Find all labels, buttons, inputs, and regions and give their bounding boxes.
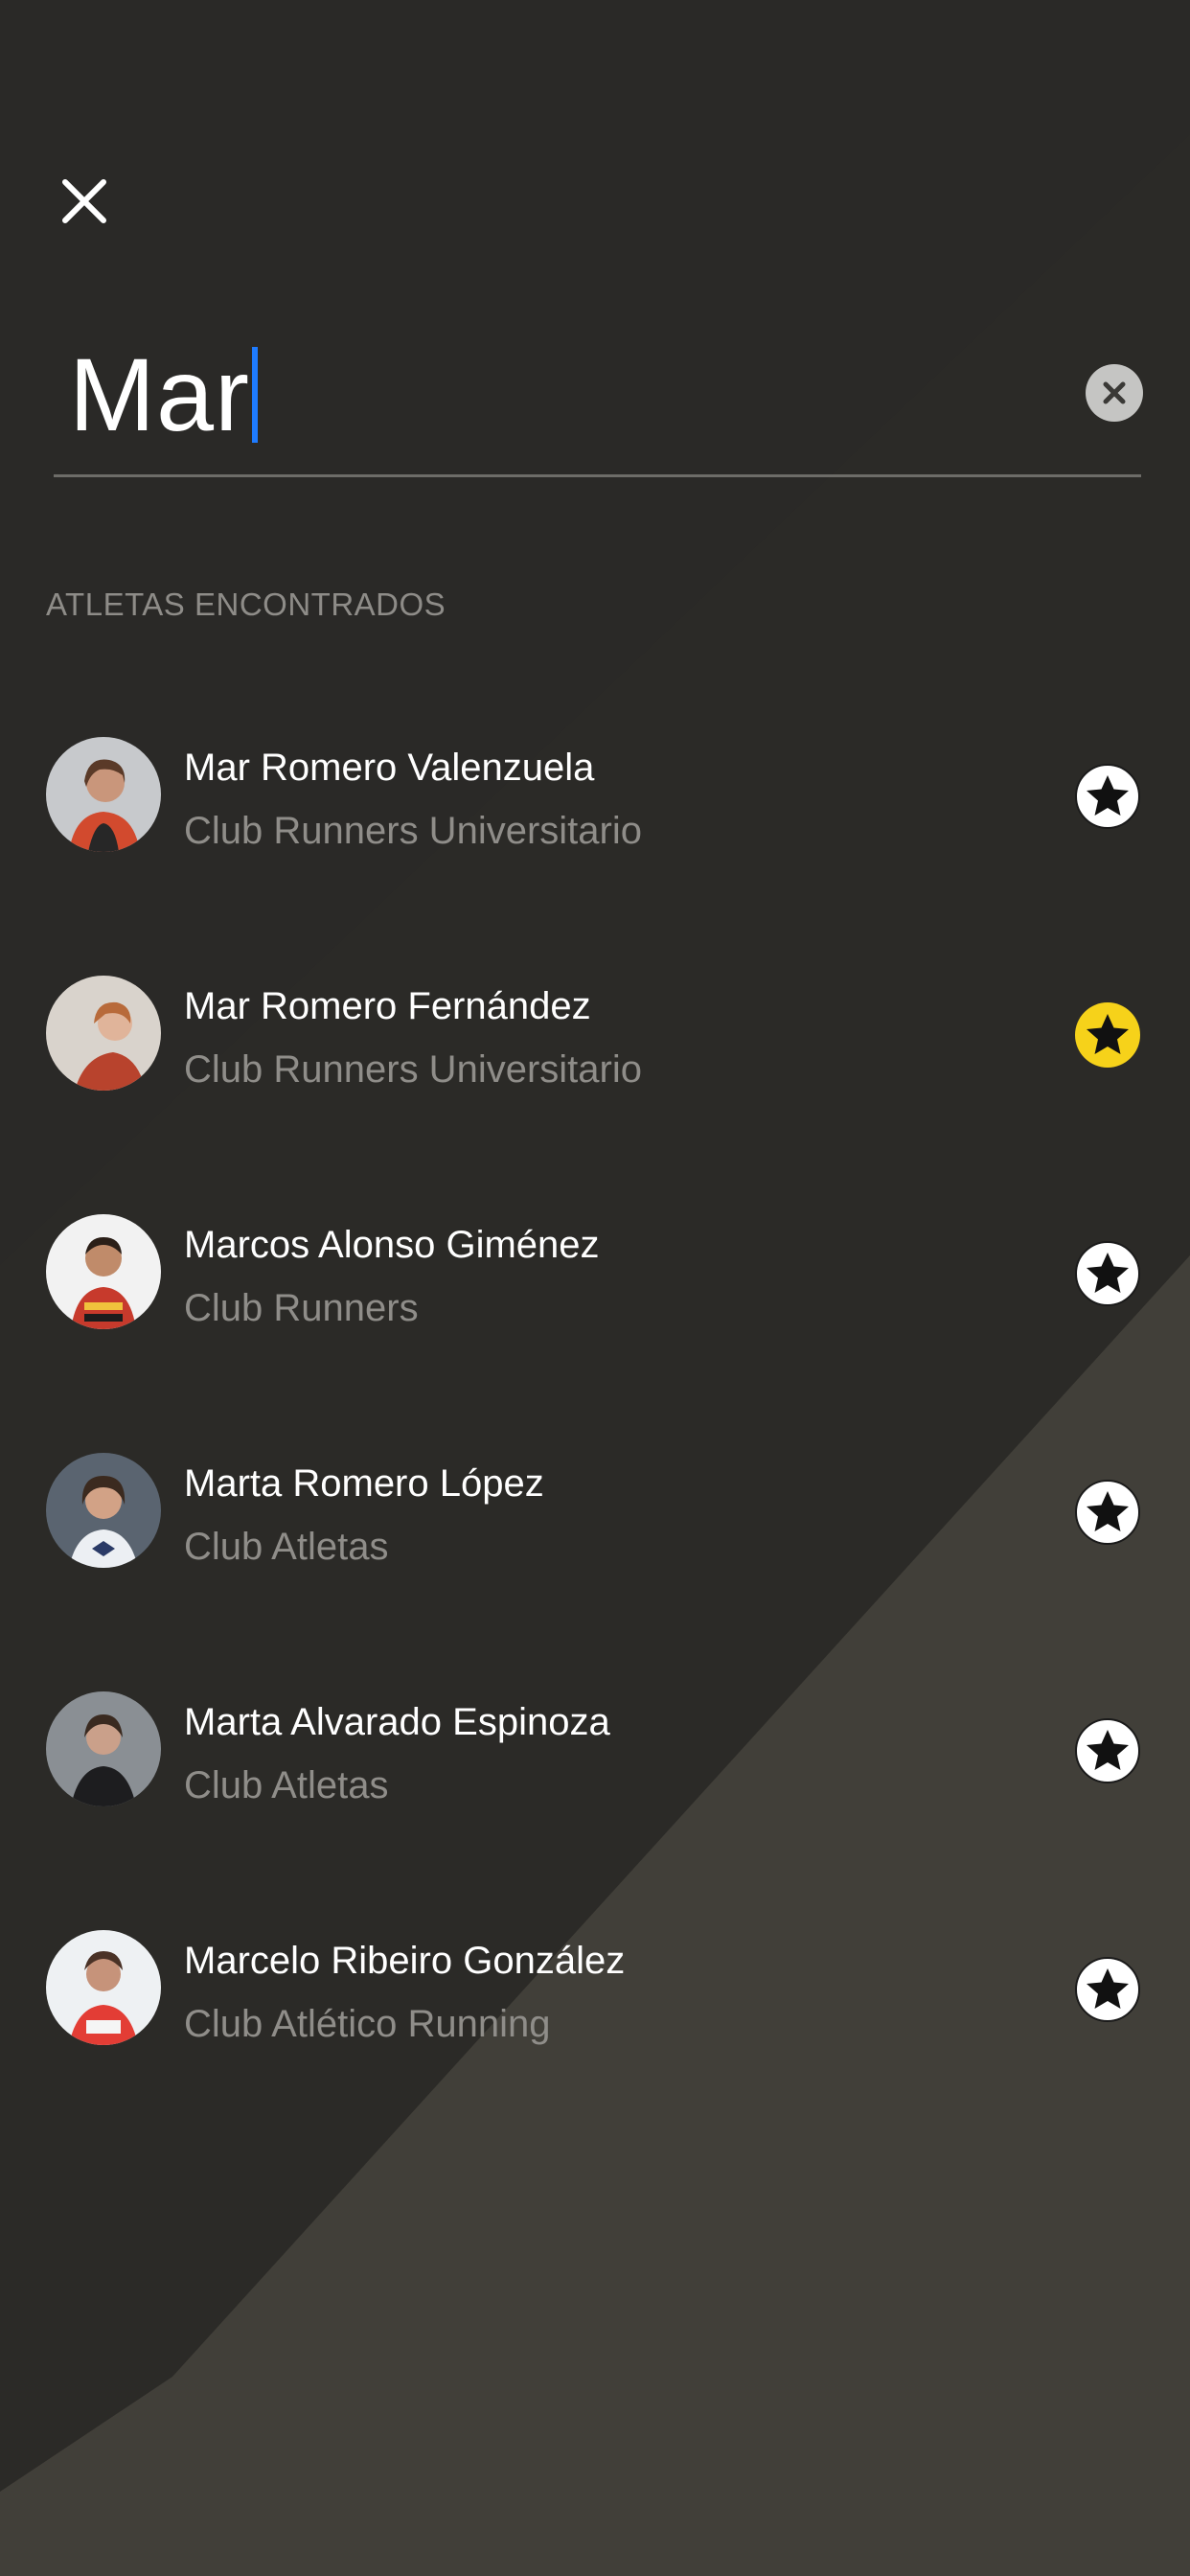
avatar	[46, 1214, 161, 1329]
star-icon	[1075, 1718, 1140, 1783]
favorite-toggle[interactable]	[1073, 1000, 1142, 1070]
favorite-toggle[interactable]	[1073, 762, 1142, 831]
athlete-name: Marcelo Ribeiro González	[184, 1940, 626, 1982]
avatar	[46, 737, 161, 852]
athlete-name: Marta Romero López	[184, 1462, 544, 1505]
athlete-club: Club Runners	[184, 1287, 419, 1329]
athlete-name: Marta Alvarado Espinoza	[184, 1701, 610, 1743]
list-item[interactable]: Mar Romero Valenzuela Club Runners Unive…	[0, 714, 1190, 953]
star-icon	[1075, 764, 1140, 829]
star-icon	[1075, 1002, 1140, 1068]
section-title: ATLETAS ENCONTRADOS	[46, 586, 446, 622]
list-item[interactable]: Marta Alvarado Espinoza Club Atletas	[0, 1668, 1190, 1907]
list-item[interactable]: Marta Romero López Club Atletas	[0, 1430, 1190, 1668]
text-caret	[252, 347, 258, 443]
athlete-club: Club Atletas	[184, 1764, 389, 1806]
search-query: Mar	[69, 336, 250, 452]
star-icon	[1075, 1957, 1140, 2022]
athlete-club: Club Runners Universitario	[184, 1048, 642, 1091]
clear-search-button[interactable]	[1086, 364, 1143, 422]
star-icon	[1075, 1480, 1140, 1545]
avatar	[46, 1930, 161, 2045]
avatar	[46, 1453, 161, 1568]
athlete-club: Club Runners Universitario	[184, 810, 642, 852]
athlete-list: Mar Romero Valenzuela Club Runners Unive…	[0, 714, 1190, 2146]
avatar	[46, 1691, 161, 1806]
athlete-club: Club Atletas	[184, 1526, 389, 1568]
close-button[interactable]	[56, 172, 113, 230]
athlete-name: Mar Romero Valenzuela	[184, 747, 595, 789]
athlete-name: Mar Romero Fernández	[184, 985, 591, 1027]
favorite-toggle[interactable]	[1073, 1239, 1142, 1308]
favorite-toggle[interactable]	[1073, 1955, 1142, 2024]
close-icon	[62, 179, 106, 223]
list-item[interactable]: Marcelo Ribeiro González Club Atlético R…	[0, 1907, 1190, 2146]
athlete-club: Club Atlético Running	[184, 2003, 551, 2045]
star-icon	[1075, 1241, 1140, 1306]
avatar	[46, 976, 161, 1091]
favorite-toggle[interactable]	[1073, 1716, 1142, 1785]
search-field[interactable]: Mar	[54, 316, 1143, 477]
athlete-name: Marcos Alonso Giménez	[184, 1224, 600, 1266]
list-item[interactable]: Marcos Alonso Giménez Club Runners	[0, 1191, 1190, 1430]
list-item[interactable]: Mar Romero Fernández Club Runners Univer…	[0, 953, 1190, 1191]
favorite-toggle[interactable]	[1073, 1478, 1142, 1547]
clear-search-icon	[1103, 381, 1126, 404]
search-input[interactable]: Mar	[69, 337, 258, 452]
